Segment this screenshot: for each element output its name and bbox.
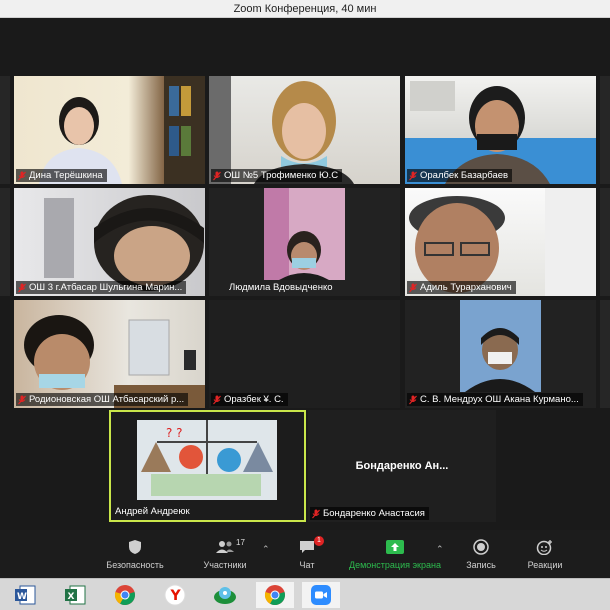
- video-tile[interactable]: Оразбек ¥. С.: [209, 300, 400, 408]
- word-taskbar-button[interactable]: W: [6, 582, 44, 608]
- mic-muted-icon: [18, 171, 26, 181]
- zoom-icon: [311, 585, 331, 605]
- video-tile[interactable]: Людмила Вдовыдченко: [209, 188, 400, 296]
- chat-icon: [300, 541, 314, 553]
- security-label: Безопасность: [106, 560, 164, 570]
- chat-button[interactable]: 1 Чат: [262, 536, 352, 570]
- svg-text:X: X: [68, 592, 75, 602]
- participants-count: 17: [236, 538, 245, 547]
- word-icon: W: [15, 585, 36, 605]
- participant-name-label: ОШ 3 г.Атбасар Шульгина Марин...: [16, 281, 187, 294]
- participant-video: [405, 81, 596, 184]
- offscreen-tile-right: [600, 188, 610, 296]
- svg-text:W: W: [17, 592, 27, 602]
- chrome-icon: [264, 585, 285, 606]
- participant-video: [264, 188, 345, 280]
- reactions-label: Реакции: [527, 560, 563, 570]
- video-tile[interactable]: С. В. Мендрух ОШ Акана Курмано...: [405, 300, 596, 408]
- excel-taskbar-button[interactable]: X: [56, 582, 94, 608]
- video-tile[interactable]: Оралбек Базарбаев: [405, 76, 596, 184]
- mic-muted-icon: [312, 509, 320, 519]
- excel-icon: X: [65, 585, 86, 605]
- meeting-toolbar: Безопасность 17 Участники ⌃ 1 Чат Демонс…: [0, 530, 610, 578]
- participants-button[interactable]: 17 Участники: [180, 538, 270, 570]
- video-tile-active-speaker[interactable]: ? ? Андрей Андреюк: [109, 410, 306, 522]
- offscreen-tile-right: [600, 76, 610, 184]
- reactions-icon: [536, 540, 552, 555]
- participant-name-label: Андрей Андреюк: [115, 506, 190, 517]
- mic-muted-icon: [409, 395, 417, 405]
- video-tile[interactable]: Бондаренко Ан... Бондаренко Анастасия: [308, 410, 496, 522]
- window-title: Zoom Конференция, 40 мин: [0, 0, 610, 18]
- participant-name-label: Дина Терёшкина: [16, 169, 107, 182]
- participant-name-label: Людмила Вдовыдченко: [229, 282, 333, 293]
- record-icon: [473, 539, 489, 555]
- video-tile[interactable]: Дина Терёшкина: [14, 76, 205, 184]
- mic-muted-icon: [409, 283, 417, 293]
- chrome-taskbar-button[interactable]: [256, 582, 294, 608]
- offscreen-tile-left: [0, 76, 10, 184]
- chrome-icon: [114, 585, 135, 606]
- mic-muted-icon: [18, 283, 26, 293]
- video-tile[interactable]: ОШ №5 Трофименко Ю.С: [209, 76, 400, 184]
- svg-text:? ?: ? ?: [166, 426, 183, 440]
- participant-name-label: Бондаренко Анастасия: [310, 507, 429, 520]
- participant-name-label: Оралбек Базарбаев: [407, 169, 513, 182]
- participant-video: [39, 76, 205, 184]
- video-tile[interactable]: Родионовская ОШ Атбасарский р...: [14, 300, 205, 408]
- share-screen-button[interactable]: Демонстрация экрана: [340, 538, 450, 570]
- shield-icon: [129, 540, 141, 554]
- participant-video: [409, 188, 596, 296]
- participant-video: ? ?: [137, 420, 277, 500]
- security-button[interactable]: Безопасность: [90, 538, 180, 570]
- offscreen-tile-right: [600, 300, 610, 408]
- video-tile[interactable]: Адиль Турарханович: [405, 188, 596, 296]
- reactions-button[interactable]: Реакции: [500, 538, 590, 570]
- daemon-tools-icon: [214, 587, 236, 604]
- participant-name-label: Родионовская ОШ Атбасарский р...: [16, 393, 189, 406]
- mic-muted-icon: [213, 395, 221, 405]
- share-screen-label: Демонстрация экрана: [349, 560, 441, 570]
- yandex-taskbar-button[interactable]: Y: [156, 582, 194, 608]
- mic-muted-icon: [409, 171, 417, 181]
- participant-video: [460, 300, 541, 392]
- zoom-taskbar-button[interactable]: [302, 582, 340, 608]
- yandex-icon: Y: [164, 584, 186, 606]
- participants-icon: [216, 541, 234, 553]
- video-gallery: Дина Терёшкина ОШ №5 Трофименко Ю.С Орал…: [0, 18, 610, 530]
- participant-name-label: ОШ №5 Трофименко Ю.С: [211, 169, 343, 182]
- os-taskbar: W X Y: [0, 578, 610, 610]
- participant-name-label: Адиль Турарханович: [407, 281, 516, 294]
- participant-name-label: С. В. Мендрух ОШ Акана Курмано...: [407, 393, 583, 406]
- chrome-taskbar-button[interactable]: [106, 582, 144, 608]
- participant-name-display: Бондаренко Ан...: [355, 460, 449, 472]
- share-screen-icon: [386, 540, 404, 554]
- daemon-tools-taskbar-button[interactable]: [206, 582, 244, 608]
- mic-muted-icon: [18, 395, 26, 405]
- chat-label: Чат: [299, 560, 315, 570]
- participant-video: [209, 76, 354, 184]
- chat-unread-badge: 1: [314, 536, 324, 546]
- mic-muted-icon: [213, 171, 221, 181]
- video-tile[interactable]: ОШ 3 г.Атбасар Шульгина Марин...: [14, 188, 205, 296]
- svg-text:Y: Y: [170, 588, 182, 604]
- participants-label: Участники: [203, 560, 247, 570]
- offscreen-tile-left: [0, 188, 10, 296]
- participant-video: [24, 315, 205, 408]
- participant-name-label: Оразбек ¥. С.: [211, 393, 288, 406]
- participant-video: [44, 195, 204, 291]
